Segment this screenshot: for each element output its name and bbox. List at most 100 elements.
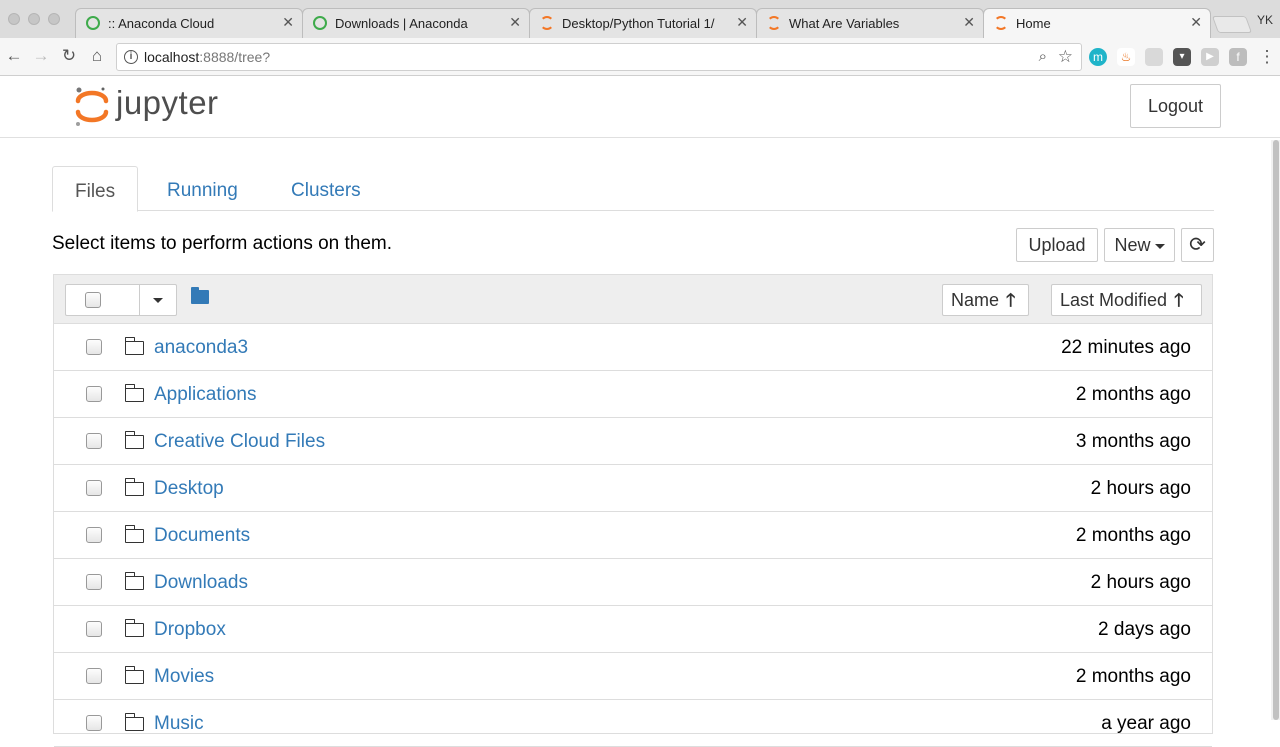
extension-fire-icon[interactable]: ♨ [1117, 48, 1135, 66]
item-name-link[interactable]: Downloads [154, 572, 248, 594]
caret-down-icon [1154, 243, 1165, 249]
row-checkbox[interactable] [86, 715, 102, 731]
item-name-link[interactable]: Music [154, 713, 204, 735]
profile-badge[interactable]: YK [1257, 13, 1273, 27]
browser-toolbar: ← → ↻ ⌂ i localhost:8888/tree? ⌕ ☆ m ♨ ▾… [0, 38, 1280, 76]
zoom-icon[interactable]: ⌕ [1039, 48, 1047, 65]
list-item[interactable]: Downloads 2 hours ago [54, 559, 1212, 606]
window-minimize-button[interactable] [28, 13, 40, 25]
item-name-link[interactable]: Creative Cloud Files [154, 431, 325, 453]
tab-running[interactable]: Running [145, 166, 260, 211]
list-item[interactable]: Creative Cloud Files 3 months ago [54, 418, 1212, 465]
logout-button[interactable]: Logout [1130, 84, 1221, 128]
url-text[interactable]: localhost:8888/tree? [144, 49, 270, 65]
bookmark-star-icon[interactable]: ☆ [1058, 47, 1073, 67]
window-zoom-button[interactable] [48, 13, 60, 25]
browser-tab-home[interactable]: Home ✕ [983, 8, 1211, 38]
upload-button[interactable]: Upload [1016, 228, 1098, 262]
list-item[interactable]: Music a year ago [54, 700, 1212, 747]
jupyter-logo-icon[interactable] [72, 84, 112, 128]
select-all-dropdown[interactable] [65, 284, 177, 316]
close-icon[interactable]: ✕ [963, 14, 975, 31]
list-item[interactable]: Movies 2 months ago [54, 653, 1212, 700]
item-name-link[interactable]: Documents [154, 525, 250, 547]
row-checkbox[interactable] [86, 574, 102, 590]
selection-hint: Select items to perform actions on them. [52, 233, 393, 254]
list-item[interactable]: anaconda3 22 minutes ago [54, 324, 1212, 371]
row-checkbox[interactable] [86, 527, 102, 543]
sort-by-name-button[interactable]: Name 🡑 [942, 284, 1029, 316]
list-item[interactable]: Documents 2 months ago [54, 512, 1212, 559]
browser-menu-icon[interactable]: ⋮ [1257, 47, 1277, 67]
new-button[interactable]: New [1104, 228, 1175, 262]
window-close-button[interactable] [8, 13, 20, 25]
browser-tab-what-are-variables[interactable]: What Are Variables ✕ [756, 8, 984, 38]
item-last-modified: 2 months ago [1075, 666, 1191, 687]
tab-files[interactable]: Files [52, 166, 139, 212]
browser-tab-title: Downloads | Anaconda [335, 16, 468, 31]
file-list: Name 🡑 Last Modified 🡑 anaconda3 22 minut… [53, 274, 1213, 747]
row-checkbox[interactable] [86, 668, 102, 684]
browser-tab-python-tutorial[interactable]: Desktop/Python Tutorial 1/ ✕ [529, 8, 757, 38]
selector-divider [139, 285, 140, 315]
close-icon[interactable]: ✕ [736, 14, 748, 31]
row-checkbox[interactable] [86, 386, 102, 402]
browser-tab-anaconda-cloud[interactable]: :: Anaconda Cloud ✕ [75, 8, 303, 38]
jupyter-logo-text[interactable]: jupyter [116, 84, 219, 122]
extension-m-icon[interactable]: m [1089, 48, 1107, 66]
list-item[interactable]: Desktop 2 hours ago [54, 465, 1212, 512]
folder-icon [124, 431, 144, 449]
row-checkbox[interactable] [86, 621, 102, 637]
row-checkbox[interactable] [86, 433, 102, 449]
new-tab-button[interactable] [1211, 16, 1253, 33]
list-item[interactable]: Dropbox 2 days ago [54, 606, 1212, 653]
folder-icon [124, 666, 144, 684]
close-icon[interactable]: ✕ [282, 14, 294, 31]
info-icon[interactable]: i [124, 50, 138, 64]
caret-down-icon[interactable] [153, 298, 163, 303]
sort-by-modified-button[interactable]: Last Modified 🡑 [1051, 284, 1202, 316]
item-name-link[interactable]: anaconda3 [154, 337, 248, 359]
page-scrollbar[interactable] [1271, 140, 1280, 720]
home-icon[interactable]: ⌂ [87, 46, 107, 66]
folder-icon [124, 572, 144, 590]
folder-icon[interactable] [191, 287, 209, 304]
browser-tab-downloads-anaconda[interactable]: Downloads | Anaconda ✕ [302, 8, 530, 38]
address-bar[interactable]: i localhost:8888/tree? ⌕ ☆ [116, 43, 1082, 71]
jupyter-icon [540, 16, 554, 30]
row-checkbox[interactable] [86, 480, 102, 496]
browser-tab-strip: :: Anaconda Cloud ✕ Downloads | Anaconda… [0, 0, 1280, 38]
item-last-modified: 2 days ago [1098, 619, 1191, 640]
extension-page-icon[interactable] [1145, 48, 1163, 66]
select-all-checkbox[interactable] [85, 292, 101, 308]
folder-icon [124, 478, 144, 496]
jupyter-icon [767, 16, 781, 30]
dashboard-tabs: Files Running Clusters [52, 166, 1214, 212]
scrollbar-thumb[interactable] [1273, 140, 1279, 720]
item-name-link[interactable]: Applications [154, 384, 256, 406]
item-name-link[interactable]: Movies [154, 666, 214, 688]
folder-icon [124, 337, 144, 355]
folder-icon [124, 525, 144, 543]
forward-arrow-icon[interactable]: → [31, 46, 51, 66]
facebook-extension-icon[interactable]: f [1229, 48, 1247, 66]
refresh-icon[interactable]: ⟳ [1181, 228, 1214, 262]
close-icon[interactable]: ✕ [1190, 14, 1202, 31]
item-last-modified: 2 months ago [1075, 384, 1191, 405]
back-arrow-icon[interactable]: ← [4, 46, 24, 66]
play-extension-icon[interactable]: ▶ [1201, 48, 1219, 66]
browser-tab-title: Desktop/Python Tutorial 1/ [562, 16, 715, 31]
item-name-link[interactable]: Desktop [154, 478, 224, 500]
row-checkbox[interactable] [86, 339, 102, 355]
list-item[interactable]: Applications 2 months ago [54, 371, 1212, 418]
arrow-up-icon: 🡑 [1174, 290, 1184, 310]
item-last-modified: 2 hours ago [1090, 478, 1191, 499]
tab-clusters[interactable]: Clusters [269, 166, 383, 211]
close-icon[interactable]: ✕ [509, 14, 521, 31]
reload-icon[interactable]: ↻ [59, 46, 79, 66]
pocket-icon[interactable]: ▾ [1173, 48, 1191, 66]
item-name-link[interactable]: Dropbox [154, 619, 226, 641]
folder-icon [124, 713, 144, 731]
file-list-header: Name 🡑 Last Modified 🡑 [54, 275, 1212, 324]
sort-name-label: Name [951, 290, 1000, 310]
